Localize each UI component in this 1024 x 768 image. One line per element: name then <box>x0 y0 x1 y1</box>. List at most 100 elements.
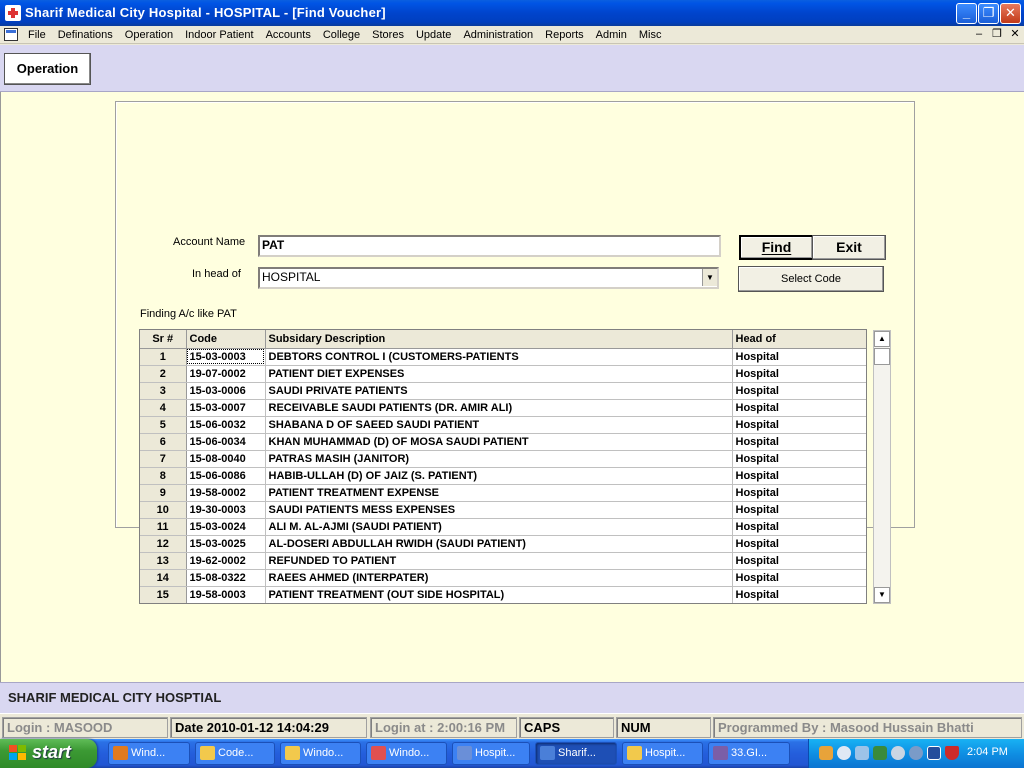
table-row[interactable]: 11 15-03-0024 ALI M. AL-AJMI (SAUDI PATIEN… <box>140 518 866 536</box>
cell-sr[interactable]: 3 <box>140 382 187 400</box>
tray-app-icon[interactable] <box>873 746 887 760</box>
scroll-down-icon[interactable]: ▼ <box>874 587 890 603</box>
account-name-input[interactable]: PAT <box>258 235 721 257</box>
cell-code[interactable]: 15-08-0040 <box>186 450 266 468</box>
menu-item-administration[interactable]: Administration <box>457 28 539 42</box>
table-row[interactable]: 9 19-58-0002 PATIENT TREATMENT EXPENSE Hosp… <box>140 484 866 502</box>
col-header-sr[interactable]: Sr # <box>140 330 187 349</box>
table-row[interactable]: 2 19-07-0002 PATIENT DIET EXPENSES Hospital <box>140 365 866 383</box>
minimize-button[interactable]: _ <box>956 3 977 24</box>
cell-sr[interactable]: 8 <box>140 467 187 485</box>
cell-sr[interactable]: 7 <box>140 450 187 468</box>
menu-item-definations[interactable]: Definations <box>52 28 119 42</box>
cell-head-of[interactable]: Hospital <box>732 586 866 603</box>
table-row[interactable]: 8 15-06-0086 HABIB-ULLAH (D) OF JAIZ (S. P… <box>140 467 866 485</box>
table-row[interactable]: 6 15-06-0034 KHAN MUHAMMAD (D) OF MOSA SAU… <box>140 433 866 451</box>
table-row[interactable]: 14 15-08-0322 RAEES AHMED (INTERPATER) Hosp… <box>140 569 866 587</box>
cell-head-of[interactable]: Hospital <box>732 552 866 570</box>
tray-volume-icon[interactable] <box>909 746 923 760</box>
mdi-restore-button[interactable]: ❐ <box>990 28 1004 41</box>
results-grid[interactable]: Sr # Code Subsidary Description Head of … <box>139 329 867 604</box>
cell-sr[interactable]: 5 <box>140 416 187 434</box>
cell-description[interactable]: SAUDI PRIVATE PATIENTS <box>265 382 733 400</box>
cell-head-of[interactable]: Hospital <box>732 399 866 417</box>
cell-description[interactable]: PATIENT TREATMENT (OUT SIDE HOSPITAL) <box>265 586 733 603</box>
cell-sr[interactable]: 1 <box>140 348 187 366</box>
cell-code[interactable]: 15-03-0024 <box>186 518 266 536</box>
operation-button[interactable]: Operation <box>4 53 91 85</box>
cell-head-of[interactable]: Hospital <box>732 365 866 383</box>
cell-code[interactable]: 19-30-0003 <box>186 501 266 519</box>
app-icon[interactable] <box>5 5 21 21</box>
menu-item-accounts[interactable]: Accounts <box>260 28 317 42</box>
table-row[interactable]: 13 19-62-0002 REFUNDED TO PATIENT Hospital <box>140 552 866 570</box>
cell-code[interactable]: 15-08-0322 <box>186 569 266 587</box>
cell-description[interactable]: PATIENT DIET EXPENSES <box>265 365 733 383</box>
tray-tools-icon[interactable] <box>819 746 833 760</box>
col-header-description[interactable]: Subsidary Description <box>265 330 733 349</box>
taskbar-task-button[interactable]: Windo... <box>366 742 447 765</box>
menu-item-stores[interactable]: Stores <box>366 28 410 42</box>
menu-item-update[interactable]: Update <box>410 28 457 42</box>
taskbar-task-button[interactable]: Hospit... <box>622 742 703 765</box>
cell-description[interactable]: AL-DOSERI ABDULLAH RWIDH (SAUDI PATIENT) <box>265 535 733 553</box>
menu-item-admin[interactable]: Admin <box>590 28 633 42</box>
tray-shield-icon[interactable] <box>945 746 959 760</box>
dropdown-arrow-icon[interactable]: ▼ <box>702 269 717 286</box>
cell-sr[interactable]: 12 <box>140 535 187 553</box>
scroll-up-icon[interactable]: ▲ <box>874 331 890 347</box>
cell-sr[interactable]: 14 <box>140 569 187 587</box>
cell-description[interactable]: DEBTORS CONTROL I (CUSTOMERS-PATIENTS <box>265 348 733 366</box>
cell-head-of[interactable]: Hospital <box>732 416 866 434</box>
cell-description[interactable]: RAEES AHMED (INTERPATER) <box>265 569 733 587</box>
menu-item-file[interactable]: File <box>22 28 52 42</box>
select-code-button[interactable]: Select Code <box>738 266 884 292</box>
cell-head-of[interactable]: Hospital <box>732 501 866 519</box>
cell-head-of[interactable]: Hospital <box>732 382 866 400</box>
cell-head-of[interactable]: Hospital <box>732 433 866 451</box>
cell-code[interactable]: 19-58-0002 <box>186 484 266 502</box>
cell-head-of[interactable]: Hospital <box>732 467 866 485</box>
cell-description[interactable]: PATRAS MASIH (JANITOR) <box>265 450 733 468</box>
taskbar-task-button[interactable]: Code... <box>195 742 275 765</box>
cell-sr[interactable]: 6 <box>140 433 187 451</box>
table-row[interactable]: 3 15-03-0006 SAUDI PRIVATE PATIENTS Hospita… <box>140 382 866 400</box>
menu-item-college[interactable]: College <box>317 28 366 42</box>
taskbar-task-button[interactable]: Wind... <box>108 742 190 765</box>
cell-code[interactable]: 15-03-0003 <box>186 348 266 366</box>
cell-description[interactable]: RECEIVABLE SAUDI PATIENTS (DR. AMIR ALI) <box>265 399 733 417</box>
menu-item-reports[interactable]: Reports <box>539 28 590 42</box>
cell-code[interactable]: 15-03-0006 <box>186 382 266 400</box>
start-button[interactable]: start <box>0 739 97 768</box>
cell-head-of[interactable]: Hospital <box>732 535 866 553</box>
find-button[interactable]: Find <box>739 235 814 260</box>
tray-display-icon[interactable] <box>927 746 941 760</box>
cell-code[interactable]: 15-06-0034 <box>186 433 266 451</box>
mdi-child-icon[interactable] <box>4 28 18 41</box>
cell-code[interactable]: 15-06-0032 <box>186 416 266 434</box>
cell-code[interactable]: 15-06-0086 <box>186 467 266 485</box>
cell-sr[interactable]: 10 <box>140 501 187 519</box>
table-row[interactable]: 1 15-03-0003 DEBTORS CONTROL I (CUSTOMERS-… <box>140 348 866 366</box>
cell-description[interactable]: REFUNDED TO PATIENT <box>265 552 733 570</box>
col-header-code[interactable]: Code <box>186 330 266 349</box>
cell-head-of[interactable]: Hospital <box>732 450 866 468</box>
cell-sr[interactable]: 13 <box>140 552 187 570</box>
table-row[interactable]: 10 19-30-0003 SAUDI PATIENTS MESS EXPENSES… <box>140 501 866 519</box>
menu-item-operation[interactable]: Operation <box>119 28 179 42</box>
taskbar-task-button[interactable]: Windo... <box>280 742 361 765</box>
col-header-head-of[interactable]: Head of <box>732 330 866 349</box>
table-row[interactable]: 5 15-06-0032 SHABANA D OF SAEED SAUDI PATI… <box>140 416 866 434</box>
cell-description[interactable]: SHABANA D OF SAEED SAUDI PATIENT <box>265 416 733 434</box>
cell-code[interactable]: 19-58-0003 <box>186 586 266 603</box>
exit-button[interactable]: Exit <box>812 235 886 260</box>
cell-head-of[interactable]: Hospital <box>732 348 866 366</box>
head-of-select[interactable]: HOSPITAL ▼ <box>258 267 719 289</box>
cell-sr[interactable]: 2 <box>140 365 187 383</box>
grid-vertical-scrollbar[interactable]: ▲ ▼ <box>873 330 891 604</box>
cell-head-of[interactable]: Hospital <box>732 518 866 536</box>
cell-description[interactable]: KHAN MUHAMMAD (D) OF MOSA SAUDI PATIENT <box>265 433 733 451</box>
cell-sr[interactable]: 15 <box>140 586 187 603</box>
mdi-close-button[interactable]: ✕ <box>1008 28 1022 41</box>
tray-chat-icon[interactable] <box>891 746 905 760</box>
